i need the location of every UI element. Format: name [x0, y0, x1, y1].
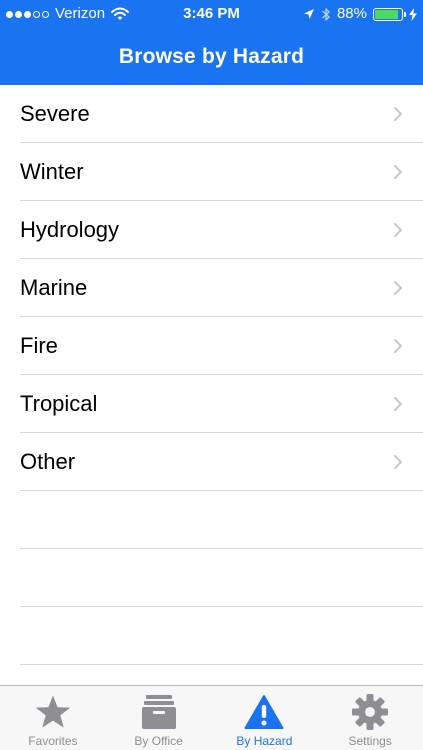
- warning-triangle-icon: [244, 693, 284, 731]
- tab-by-hazard[interactable]: By Hazard: [212, 686, 318, 750]
- chevron-right-icon: [394, 280, 402, 295]
- chevron-right-icon: [394, 164, 402, 179]
- star-icon: [33, 693, 73, 731]
- tab-favorites[interactable]: Favorites: [0, 686, 106, 750]
- empty-list-row: [20, 549, 423, 607]
- hazard-row-severe[interactable]: Severe: [20, 85, 423, 143]
- hazard-row-label: Hydrology: [20, 216, 120, 242]
- tab-label: Settings: [348, 734, 392, 748]
- chevron-right-icon: [394, 454, 402, 469]
- tab-label: Favorites: [28, 734, 78, 748]
- empty-list-row: [20, 491, 423, 549]
- hazard-row-label: Winter: [20, 158, 84, 184]
- app-screen: Verizon 3:46 PM 88% Browse by Hazard Sev…: [0, 0, 423, 750]
- tab-by-office[interactable]: By Office: [106, 686, 212, 750]
- chevron-right-icon: [394, 396, 402, 411]
- location-arrow-icon: [303, 8, 314, 19]
- battery-percentage: 88%: [336, 5, 367, 22]
- tab-bar: Favorites By Office By Hazard Settings: [0, 685, 423, 750]
- hazard-row-label: Marine: [20, 274, 88, 300]
- status-right: 88%: [303, 5, 417, 23]
- charging-bolt-icon: [409, 7, 417, 21]
- hazard-row-label: Tropical: [20, 390, 98, 416]
- hazard-row-marine[interactable]: Marine: [20, 259, 423, 317]
- status-bar: Verizon 3:46 PM 88%: [0, 0, 423, 28]
- battery-level-fill: [375, 9, 398, 19]
- empty-list-row: [20, 607, 423, 665]
- hazard-row-tropical[interactable]: Tropical: [20, 375, 423, 433]
- gear-icon: [350, 693, 390, 731]
- archive-box-icon: [139, 693, 179, 731]
- battery-cap: [404, 11, 406, 17]
- hazard-row-label: Fire: [20, 332, 58, 358]
- chevron-right-icon: [394, 338, 402, 353]
- navigation-bar: Browse by Hazard: [0, 28, 423, 85]
- hazard-row-other[interactable]: Other: [20, 433, 423, 491]
- hazard-row-fire[interactable]: Fire: [20, 317, 423, 375]
- tab-label: By Hazard: [236, 734, 293, 748]
- chevron-right-icon: [394, 106, 402, 121]
- hazard-row-hydrology[interactable]: Hydrology: [20, 201, 423, 259]
- hazard-list: Severe Winter Hydrology Marine Fire Trop…: [0, 85, 423, 665]
- battery-icon: [373, 7, 406, 21]
- hazard-row-label: Other: [20, 448, 76, 474]
- hazard-row-label: Severe: [20, 100, 90, 126]
- header: Verizon 3:46 PM 88% Browse by Hazard: [0, 0, 423, 85]
- page-title: Browse by Hazard: [118, 44, 305, 68]
- tab-settings[interactable]: Settings: [317, 686, 423, 750]
- tab-label: By Office: [134, 734, 183, 748]
- hazard-row-winter[interactable]: Winter: [20, 143, 423, 201]
- chevron-right-icon: [394, 222, 402, 237]
- bluetooth-icon: [322, 7, 330, 21]
